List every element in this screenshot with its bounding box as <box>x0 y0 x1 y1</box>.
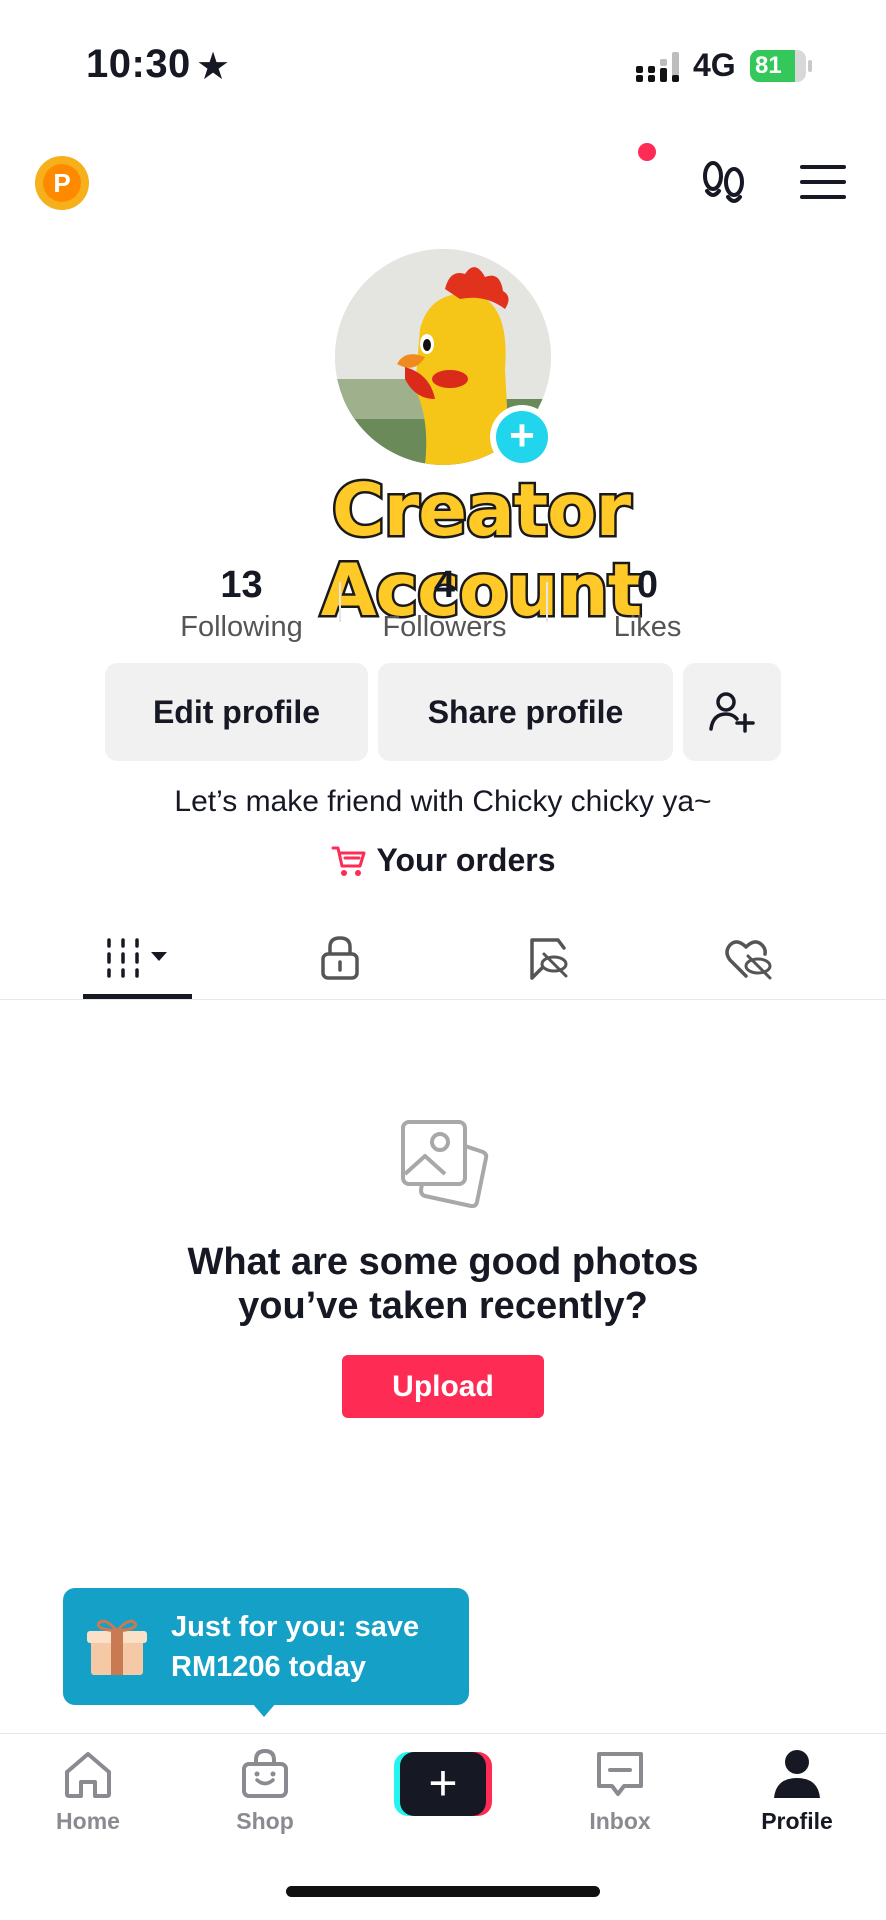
status-time: 10:30 <box>86 42 191 86</box>
stat-divider <box>546 582 548 622</box>
stat-following[interactable]: 13 Following <box>140 562 343 643</box>
profile-bio: Let’s make friend with Chicky chicky ya~ <box>174 785 712 818</box>
tab-posts[interactable] <box>83 918 192 998</box>
home-indicator <box>286 1886 600 1897</box>
stat-value: 0 <box>636 564 659 606</box>
tab-liked[interactable] <box>708 918 788 998</box>
nav-inbox[interactable]: Inbox <box>560 1746 680 1835</box>
profile-stats: 13 Following 4 Followers 0 Likes <box>140 562 750 643</box>
inbox-icon <box>597 1752 643 1796</box>
battery-percent: 81 <box>755 52 782 79</box>
stat-label: Following <box>180 611 303 643</box>
share-profile-button[interactable]: Share profile <box>378 663 673 761</box>
empty-state-title: What are some good photos you’ve taken r… <box>0 1240 886 1328</box>
add-friend-button[interactable] <box>683 663 781 761</box>
plus-icon: + <box>400 1752 486 1816</box>
lock-icon <box>321 936 359 980</box>
create-button[interactable]: + <box>394 1752 492 1816</box>
nav-home-label: Home <box>56 1808 120 1834</box>
creator-account-banner: Creator Account <box>318 468 644 633</box>
add-avatar-button[interactable]: + <box>490 405 554 469</box>
signal-icon <box>636 52 679 82</box>
promo-line1: Just for you: save <box>171 1610 420 1643</box>
stat-label: Likes <box>613 611 682 643</box>
nav-profile[interactable]: Profile <box>737 1746 857 1835</box>
stat-value: 4 <box>433 564 456 606</box>
network-type: 4G <box>693 47 736 83</box>
battery-indicator: 81 <box>750 50 812 82</box>
heart-hidden-icon <box>725 940 772 980</box>
grid-dropdown-icon <box>106 938 167 978</box>
add-person-icon <box>709 692 755 733</box>
your-orders-label: Your orders <box>376 842 556 878</box>
menu-icon[interactable] <box>800 164 846 200</box>
notification-dot <box>638 143 656 161</box>
stat-value: 13 <box>220 564 263 606</box>
promo-tooltip-arrow <box>252 1703 276 1717</box>
promo-text: Just for you: save RM1206 today <box>171 1607 419 1687</box>
empty-state-line2: you’ve taken recently? <box>238 1285 648 1327</box>
nav-shop[interactable]: Shop <box>205 1746 325 1835</box>
edit-profile-button[interactable]: Edit profile <box>105 663 368 761</box>
your-orders-link[interactable]: Your orders <box>0 842 886 879</box>
coin-label: P <box>43 164 81 202</box>
footprint-icon[interactable] <box>698 158 750 208</box>
status-bar: 10:30 ★ 4G 81 <box>0 0 886 130</box>
active-tab-indicator <box>83 994 192 999</box>
cart-icon <box>331 846 365 876</box>
nav-home[interactable]: Home <box>28 1746 148 1835</box>
plus-icon: + <box>496 411 548 463</box>
nav-inbox-label: Inbox <box>589 1808 651 1834</box>
photos-icon <box>401 1120 489 1209</box>
upload-button[interactable]: Upload <box>342 1355 544 1418</box>
promo-line2: RM1206 today <box>171 1650 367 1683</box>
stat-label: Followers <box>382 611 507 643</box>
stat-followers[interactable]: 4 Followers <box>343 562 546 643</box>
nav-profile-label: Profile <box>761 1808 833 1834</box>
profile-tabs <box>0 918 886 1000</box>
shopping-bag-icon <box>242 1748 288 1798</box>
bookmark-hidden-icon <box>530 938 568 980</box>
nav-shop-label: Shop <box>236 1808 294 1834</box>
stat-divider <box>339 582 341 622</box>
home-icon <box>65 1752 111 1798</box>
empty-state-line1: What are some good photos <box>187 1241 699 1283</box>
tab-saved[interactable] <box>508 918 588 998</box>
tab-private[interactable] <box>300 918 380 998</box>
stat-likes[interactable]: 0 Likes <box>546 562 749 643</box>
profile-icon <box>774 1750 820 1798</box>
coin-icon[interactable]: P <box>35 156 89 210</box>
star-icon: ★ <box>196 46 231 88</box>
gift-icon <box>87 1619 147 1675</box>
promo-tooltip[interactable]: Just for you: save RM1206 today <box>63 1588 469 1705</box>
